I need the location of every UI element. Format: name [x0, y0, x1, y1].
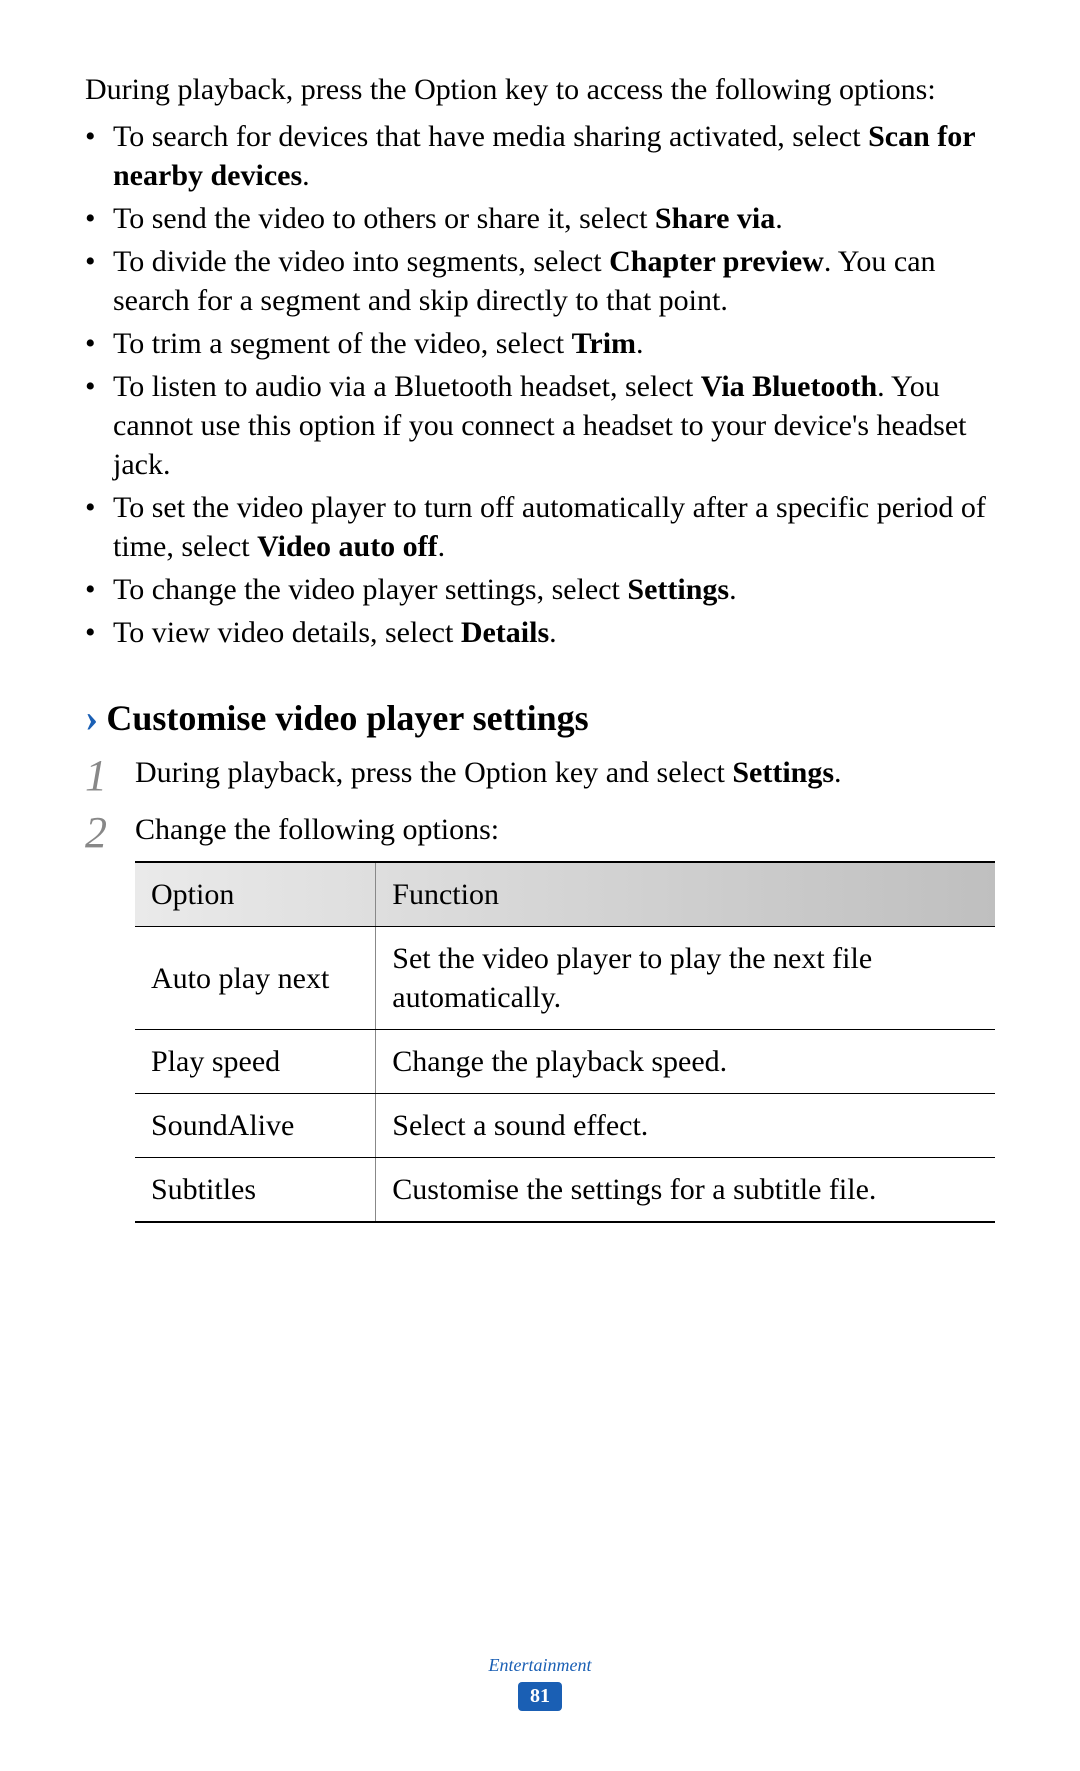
table-cell-option: Subtitles: [135, 1158, 376, 1223]
settings-table: Option Function Auto play next Set the v…: [135, 861, 995, 1223]
table-header-function: Function: [376, 862, 995, 927]
bullet-bold: Details: [461, 616, 549, 649]
step-bold: Settings: [732, 756, 834, 789]
bullet-item: To send the video to others or share it,…: [85, 199, 995, 238]
bullet-item: To search for devices that have media sh…: [85, 117, 995, 195]
bullet-pre: To listen to audio via a Bluetooth heads…: [113, 370, 701, 403]
step-number: 2: [85, 804, 107, 861]
bullet-bold: Video auto off: [257, 530, 438, 563]
footer-category: Entertainment: [0, 1655, 1080, 1676]
bullet-post: .: [636, 327, 644, 360]
bullet-pre: To search for devices that have media sh…: [113, 120, 868, 153]
bullet-item: To view video details, select Details.: [85, 613, 995, 652]
bullet-pre: To divide the video into segments, selec…: [113, 245, 609, 278]
bullet-post: .: [549, 616, 557, 649]
table-cell-function: Select a sound effect.: [376, 1094, 995, 1158]
bullet-post: .: [729, 573, 737, 606]
table-cell-function: Change the playback speed.: [376, 1030, 995, 1094]
option-bullet-list: To search for devices that have media sh…: [85, 117, 995, 652]
bullet-bold: Via Bluetooth: [701, 370, 877, 403]
bullet-bold: Trim: [572, 327, 636, 360]
intro-text: During playback, press the Option key to…: [85, 70, 995, 109]
bullet-post: .: [438, 530, 446, 563]
bullet-pre: To change the video player settings, sel…: [113, 573, 627, 606]
table-cell-function: Set the video player to play the next fi…: [376, 927, 995, 1030]
table-cell-option: Play speed: [135, 1030, 376, 1094]
section-heading: › Customise video player settings: [85, 694, 995, 741]
bullet-bold: Settings: [627, 573, 729, 606]
bullet-pre: To set the video player to turn off auto…: [113, 491, 986, 563]
page-number: 81: [518, 1682, 562, 1711]
bullet-item: To listen to audio via a Bluetooth heads…: [85, 367, 995, 484]
table-row: Play speed Change the playback speed.: [135, 1030, 995, 1094]
bullet-pre: To send the video to others or share it,…: [113, 202, 655, 235]
page-footer: Entertainment 81: [0, 1655, 1080, 1711]
bullet-item: To divide the video into segments, selec…: [85, 242, 995, 320]
table-row: Auto play next Set the video player to p…: [135, 927, 995, 1030]
step-post: .: [834, 756, 842, 789]
table-header-row: Option Function: [135, 862, 995, 927]
bullet-post: .: [302, 159, 310, 192]
step-pre: During playback, press the Option key an…: [135, 756, 732, 789]
table-row: SoundAlive Select a sound effect.: [135, 1094, 995, 1158]
chevron-icon: ›: [85, 694, 98, 741]
step-pre: Change the following options:: [135, 813, 499, 846]
step-item: 1 During playback, press the Option key …: [85, 753, 995, 792]
bullet-item: To trim a segment of the video, select T…: [85, 324, 995, 363]
heading-text: Customise video player settings: [106, 697, 588, 739]
bullet-item: To change the video player settings, sel…: [85, 570, 995, 609]
table-row: Subtitles Customise the settings for a s…: [135, 1158, 995, 1223]
table-cell-option: SoundAlive: [135, 1094, 376, 1158]
bullet-bold: Chapter preview: [609, 245, 824, 278]
table-cell-function: Customise the settings for a subtitle fi…: [376, 1158, 995, 1223]
bullet-bold: Share via: [655, 202, 775, 235]
step-item: 2 Change the following options: Option F…: [85, 810, 995, 1223]
step-list: 1 During playback, press the Option key …: [85, 753, 995, 1223]
step-number: 1: [85, 747, 107, 804]
bullet-pre: To trim a segment of the video, select: [113, 327, 572, 360]
bullet-post: .: [775, 202, 783, 235]
table-cell-option: Auto play next: [135, 927, 376, 1030]
table-header-option: Option: [135, 862, 376, 927]
bullet-pre: To view video details, select: [113, 616, 461, 649]
bullet-item: To set the video player to turn off auto…: [85, 488, 995, 566]
